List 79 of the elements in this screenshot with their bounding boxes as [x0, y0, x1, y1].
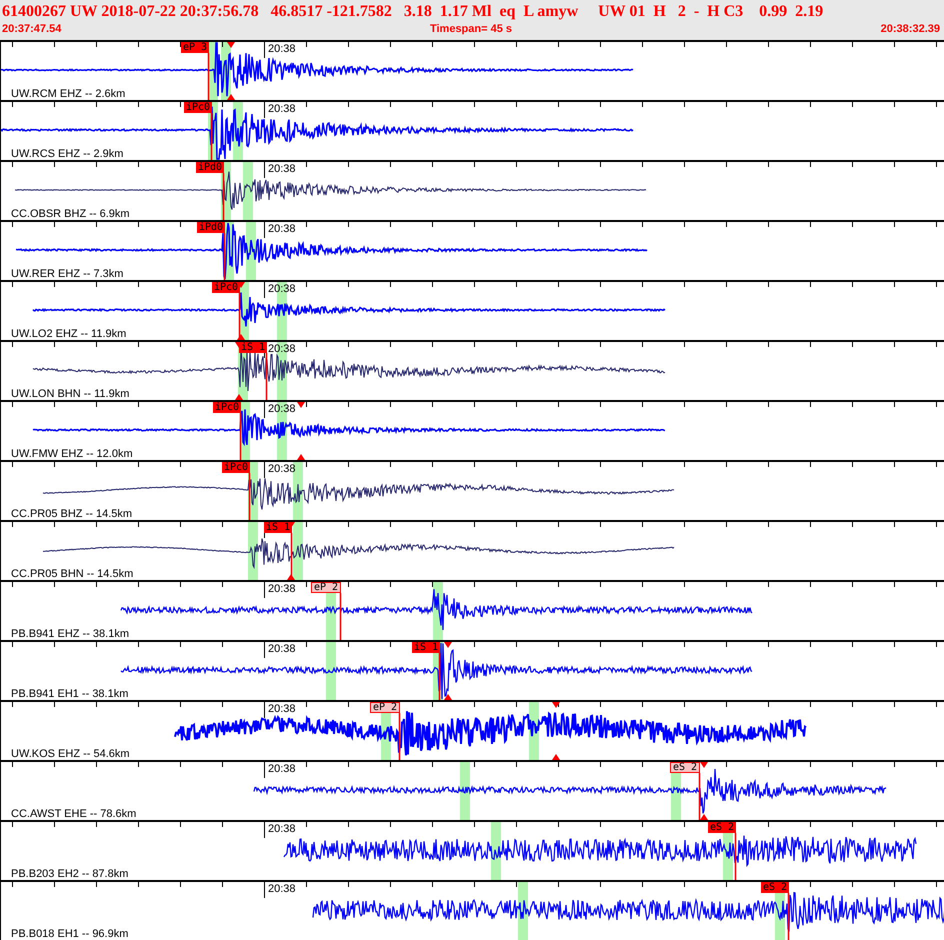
pick-marker-icon	[700, 762, 708, 768]
pick-line	[398, 713, 400, 760]
pick-line	[266, 353, 268, 400]
station-label: UW.RCM EHZ -- 2.6km	[11, 88, 126, 100]
pick-window-band	[491, 822, 501, 880]
pick-line	[240, 413, 242, 460]
pick-marker-icon	[297, 454, 305, 460]
pick-window-band	[326, 642, 336, 700]
time-mark-label: 20:38	[268, 703, 296, 716]
station-label: CC.OBSR BHZ -- 6.9km	[11, 208, 130, 220]
time-mark-label: 20:38	[268, 823, 296, 836]
event-summary: 61400267 UW 2018-07-22 20:37:56.78 46.8517 -121.7582 3.18 1.17 Ml eq L amyw UW 01 H 2 - H C3 0.99 2.19	[1, 2, 824, 22]
time-mark-label: 20:38	[268, 223, 296, 236]
start-time: 20:37:47.54	[2, 22, 62, 36]
pick-line	[788, 893, 790, 940]
pick-flag[interactable]: eP 3	[181, 42, 210, 53]
pick-marker-icon	[235, 394, 243, 400]
station-label: PB.B203 EH2 -- 87.8km	[11, 868, 128, 880]
pick-flag[interactable]: iPc0	[222, 462, 250, 473]
pick-flag[interactable]: iS 1	[412, 642, 440, 653]
station-label: CC.PR05 BHN -- 14.5km	[11, 568, 134, 580]
pick-marker-icon	[227, 94, 235, 100]
pick-flag[interactable]: iPd0	[196, 162, 224, 173]
time-mark-label: 20:38	[268, 403, 296, 416]
pick-marker-icon	[552, 754, 560, 760]
station-label: PB.B018 EH1 -- 96.9km	[11, 928, 128, 940]
pick-line	[238, 293, 240, 340]
time-mark-label: 20:38	[268, 103, 296, 116]
pick-flag[interactable]: iS 1	[239, 342, 268, 353]
station-label: UW.KOS EHZ -- 54.6km	[11, 748, 130, 760]
station-label: CC.AWST EHE -- 78.6km	[11, 808, 136, 820]
end-time: 20:38:32.39	[880, 22, 940, 36]
pick-marker-icon	[297, 402, 305, 408]
pick-line	[210, 113, 212, 160]
pick-window-band	[460, 762, 470, 820]
pick-line	[438, 653, 440, 700]
pick-flag[interactable]: eS 2	[761, 882, 790, 893]
time-mark-label: 20:38	[268, 883, 296, 896]
pick-flag[interactable]: eP 2	[370, 702, 400, 713]
pick-marker-icon	[700, 814, 708, 820]
pick-line	[224, 233, 226, 280]
pick-marker-icon	[287, 574, 295, 580]
time-mark-label: 20:38	[268, 583, 296, 596]
station-label: UW.LON BHN -- 11.9km	[11, 388, 130, 400]
timespan-label: Timespan= 45 s	[430, 22, 512, 36]
station-label: PB.B941 EH1 -- 38.1km	[11, 688, 128, 700]
station-label: UW.RCS EHZ -- 2.9km	[11, 148, 124, 160]
pick-line	[208, 53, 210, 100]
station-label: UW.FMW EHZ -- 12.0km	[11, 448, 133, 460]
pick-marker-icon	[237, 334, 245, 340]
pick-flag[interactable]: iS 1	[264, 522, 292, 533]
pick-flag[interactable]: iPc0	[213, 402, 242, 413]
time-mark-label: 20:38	[268, 163, 296, 176]
time-mark-label: 20:38	[268, 463, 296, 476]
station-label: UW.LO2 EHZ -- 11.9km	[11, 328, 126, 340]
pick-flag[interactable]: eP 2	[311, 582, 342, 593]
time-mark-label: 20:38	[268, 343, 296, 356]
pick-line	[248, 473, 250, 520]
pick-line	[698, 773, 700, 820]
pick-marker-icon	[552, 702, 560, 708]
pick-flag[interactable]: eS 2	[670, 762, 700, 773]
time-mark-label: 20:38	[268, 643, 296, 656]
pick-flag[interactable]: iPc0	[184, 102, 212, 113]
pick-marker-icon	[444, 694, 452, 700]
pick-window-band	[243, 162, 253, 220]
time-mark-label: 20:38	[268, 763, 296, 776]
time-mark-label: 20:38	[268, 43, 296, 56]
station-label: PB.B941 EHZ -- 38.1km	[11, 628, 129, 640]
pick-line	[734, 833, 736, 880]
station-label: CC.PR05 BHZ -- 14.5km	[11, 508, 132, 520]
station-label: UW.RER EHZ -- 7.3km	[11, 268, 124, 280]
pick-flag[interactable]: iPd0	[197, 222, 226, 233]
time-mark-label: 20:38	[268, 283, 296, 296]
pick-marker-icon	[227, 42, 235, 48]
pick-line	[340, 593, 342, 640]
pick-line	[222, 173, 224, 220]
pick-window-band	[293, 522, 303, 580]
pick-marker-icon	[444, 642, 452, 648]
pick-flag[interactable]: eS 2	[708, 822, 736, 833]
